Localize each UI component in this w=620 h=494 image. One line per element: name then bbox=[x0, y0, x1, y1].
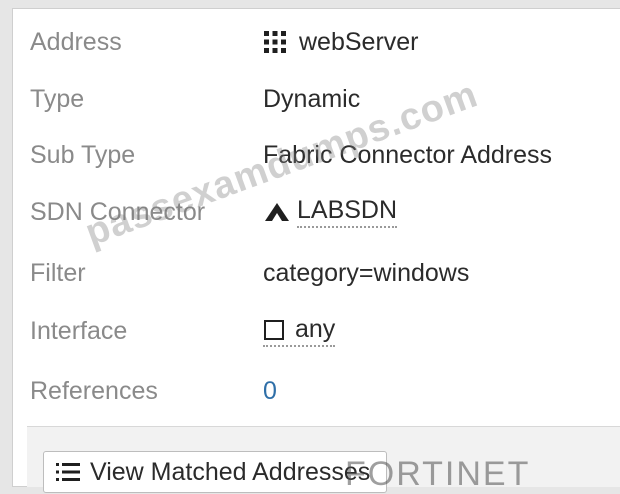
filter-label: Filter bbox=[30, 258, 86, 287]
address-value: webServer bbox=[263, 28, 419, 57]
filter-value: category=windows bbox=[263, 258, 470, 287]
view-matched-addresses-button[interactable]: View Matched Addresses bbox=[43, 451, 388, 493]
view-matched-addresses-label: View Matched Addresses bbox=[90, 457, 371, 486]
row-interface: Interface any bbox=[13, 311, 620, 351]
list-icon bbox=[56, 461, 80, 483]
interface-link[interactable]: any bbox=[263, 315, 336, 347]
sub-type-label: Sub Type bbox=[30, 140, 136, 169]
row-type: Type Dynamic bbox=[13, 79, 620, 119]
references-label: References bbox=[30, 376, 158, 405]
grid-icon bbox=[263, 30, 287, 54]
references-count-link[interactable]: 0 bbox=[263, 377, 277, 406]
sdn-connector-name[interactable]: LABSDN bbox=[297, 196, 398, 228]
row-references: References 0 bbox=[13, 371, 620, 411]
aws-connector-icon bbox=[263, 201, 291, 223]
row-filter: Filter category=windows bbox=[13, 253, 620, 293]
sdn-connector-link[interactable]: LABSDN bbox=[263, 196, 398, 228]
address-label: Address bbox=[30, 27, 122, 56]
action-bar: View Matched Addresses bbox=[27, 426, 620, 493]
sdn-connector-label: SDN Connector bbox=[30, 197, 206, 226]
interface-name[interactable]: any bbox=[295, 315, 335, 344]
row-sdn-connector: SDN Connector LABSDN bbox=[13, 192, 620, 232]
address-name-text: webServer bbox=[299, 27, 419, 56]
interface-square-icon bbox=[263, 319, 285, 341]
type-value: Dynamic bbox=[263, 84, 361, 113]
row-sub-type: Sub Type Fabric Connector Address bbox=[13, 135, 620, 175]
type-label: Type bbox=[30, 84, 85, 113]
interface-label: Interface bbox=[30, 316, 128, 345]
row-address: Address webServer bbox=[13, 22, 620, 62]
address-details-panel: Address webServer Type Dynamic Sub Type … bbox=[12, 8, 620, 493]
sub-type-value: Fabric Connector Address bbox=[263, 140, 553, 169]
